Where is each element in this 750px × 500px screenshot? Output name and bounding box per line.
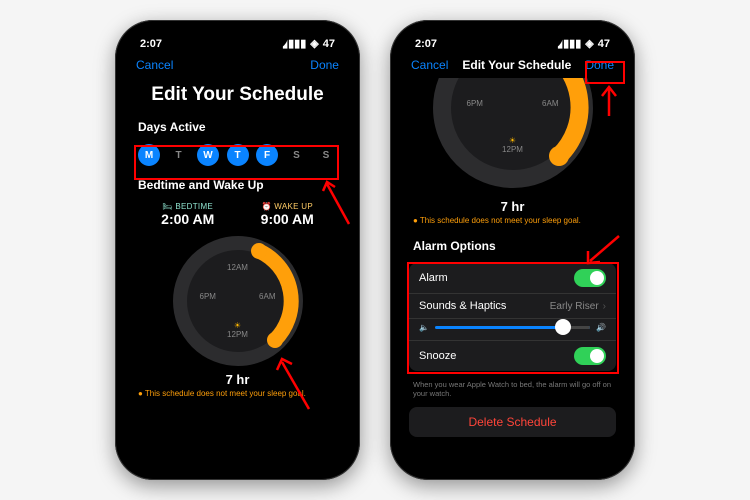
dial-6am: 6AM bbox=[259, 292, 275, 301]
cancel-button[interactable]: Cancel bbox=[411, 58, 448, 72]
delete-schedule-button[interactable]: Delete Schedule bbox=[409, 407, 616, 437]
phone-left: 2:07 ▮▮▮▮ ◈ 47 Cancel Done Edit Your Sch… bbox=[115, 20, 360, 480]
days-active-label: Days Active bbox=[124, 116, 351, 138]
day-w[interactable]: W bbox=[197, 144, 219, 166]
dial-6am: 6AM bbox=[542, 99, 558, 108]
snooze-toggle[interactable] bbox=[574, 347, 606, 365]
chevron-right-icon: › bbox=[603, 301, 606, 312]
watch-note: When you wear Apple Watch to bed, the al… bbox=[399, 377, 626, 401]
dial-12pm: 12PM bbox=[227, 330, 248, 339]
alarm-toggle[interactable] bbox=[574, 269, 606, 287]
nav-bar: Cancel Edit Your Schedule Done bbox=[399, 52, 626, 78]
notch bbox=[463, 29, 563, 49]
days-row: M T W T F S S bbox=[124, 138, 351, 174]
snooze-label: Snooze bbox=[419, 350, 456, 362]
phone-right: 2:07 ▮▮▮▮ ◈ 47 Cancel Edit Your Schedule… bbox=[390, 20, 635, 480]
sun-icon: ☀ bbox=[234, 321, 241, 330]
bedtime-icon-label: 🛏 BEDTIME bbox=[161, 202, 214, 211]
sounds-value: Early Riser bbox=[550, 301, 599, 312]
screen-left: 2:07 ▮▮▮▮ ◈ 47 Cancel Done Edit Your Sch… bbox=[124, 29, 351, 471]
page-title: Edit Your Schedule bbox=[124, 78, 351, 116]
day-s1[interactable]: S bbox=[286, 144, 308, 166]
sleep-dial-partial[interactable]: - 6PM 6AM ☀ 12PM bbox=[399, 78, 626, 196]
volume-slider-row: 🔈 🔊 bbox=[409, 319, 616, 341]
alarm-options-list: Alarm Sounds & Haptics Early Riser › 🔈 🔊… bbox=[409, 263, 616, 371]
dial-6pm: 6PM bbox=[467, 99, 483, 108]
alarm-label: Alarm bbox=[419, 272, 448, 284]
dial-12am: 12AM bbox=[227, 263, 248, 272]
wifi-icon: ◈ bbox=[310, 37, 318, 50]
done-button[interactable]: Done bbox=[585, 58, 614, 72]
screen-right: 2:07 ▮▮▮▮ ◈ 47 Cancel Edit Your Schedule… bbox=[399, 29, 626, 471]
bedtime-label: Bedtime and Wake Up bbox=[124, 174, 351, 196]
bed-wake-times: 🛏 BEDTIME 2:00 AM ⏰ WAKE UP 9:00 AM bbox=[124, 196, 351, 231]
done-button[interactable]: Done bbox=[310, 58, 339, 72]
goal-warning: This schedule does not meet your sleep g… bbox=[399, 214, 626, 227]
sounds-row[interactable]: Sounds & Haptics Early Riser › bbox=[409, 294, 616, 319]
sleep-duration: 7 hr bbox=[124, 369, 351, 387]
sounds-label: Sounds & Haptics bbox=[419, 300, 506, 312]
status-indicators: ▮▮▮▮ ◈ 47 bbox=[557, 37, 610, 50]
day-s2[interactable]: S bbox=[315, 144, 337, 166]
status-time: 2:07 bbox=[415, 38, 437, 50]
day-m[interactable]: M bbox=[138, 144, 160, 166]
wakeup-value: 9:00 AM bbox=[261, 211, 314, 227]
volume-low-icon: 🔈 bbox=[419, 323, 429, 332]
dial-12pm: 12PM bbox=[502, 145, 523, 154]
bedtime-col: 🛏 BEDTIME 2:00 AM bbox=[161, 202, 214, 227]
sleep-duration: 7 hr bbox=[399, 196, 626, 214]
day-t2[interactable]: T bbox=[227, 144, 249, 166]
status-indicators: ▮▮▮▮ ◈ 47 bbox=[282, 37, 335, 50]
cancel-button[interactable]: Cancel bbox=[136, 58, 173, 72]
dial-labels: - 6PM 6AM ☀ 12PM bbox=[463, 78, 563, 158]
status-time: 2:07 bbox=[140, 38, 162, 50]
nav-title: Edit Your Schedule bbox=[462, 58, 571, 72]
snooze-row: Snooze bbox=[409, 341, 616, 371]
wifi-icon: ◈ bbox=[585, 37, 593, 50]
sleep-dial[interactable]: 12AM 6PM 6AM ☀ 12PM bbox=[124, 231, 351, 369]
wakeup-icon-label: ⏰ WAKE UP bbox=[261, 202, 314, 211]
battery-icon: 47 bbox=[598, 38, 610, 50]
bedtime-value: 2:00 AM bbox=[161, 211, 214, 227]
dial-labels: 12AM 6PM 6AM ☀ 12PM bbox=[196, 259, 280, 343]
day-f[interactable]: F bbox=[256, 144, 278, 166]
volume-slider[interactable] bbox=[435, 326, 590, 329]
goal-warning: This schedule does not meet your sleep g… bbox=[124, 387, 351, 400]
alarm-row: Alarm bbox=[409, 263, 616, 294]
alarm-options-label: Alarm Options bbox=[399, 227, 626, 257]
day-t1[interactable]: T bbox=[168, 144, 190, 166]
wakeup-col: ⏰ WAKE UP 9:00 AM bbox=[261, 202, 314, 227]
sun-icon: ☀ bbox=[509, 136, 516, 145]
notch bbox=[188, 29, 288, 49]
battery-icon: 47 bbox=[323, 38, 335, 50]
dial-6pm: 6PM bbox=[200, 292, 216, 301]
volume-high-icon: 🔊 bbox=[596, 323, 606, 332]
nav-bar: Cancel Done bbox=[124, 52, 351, 78]
